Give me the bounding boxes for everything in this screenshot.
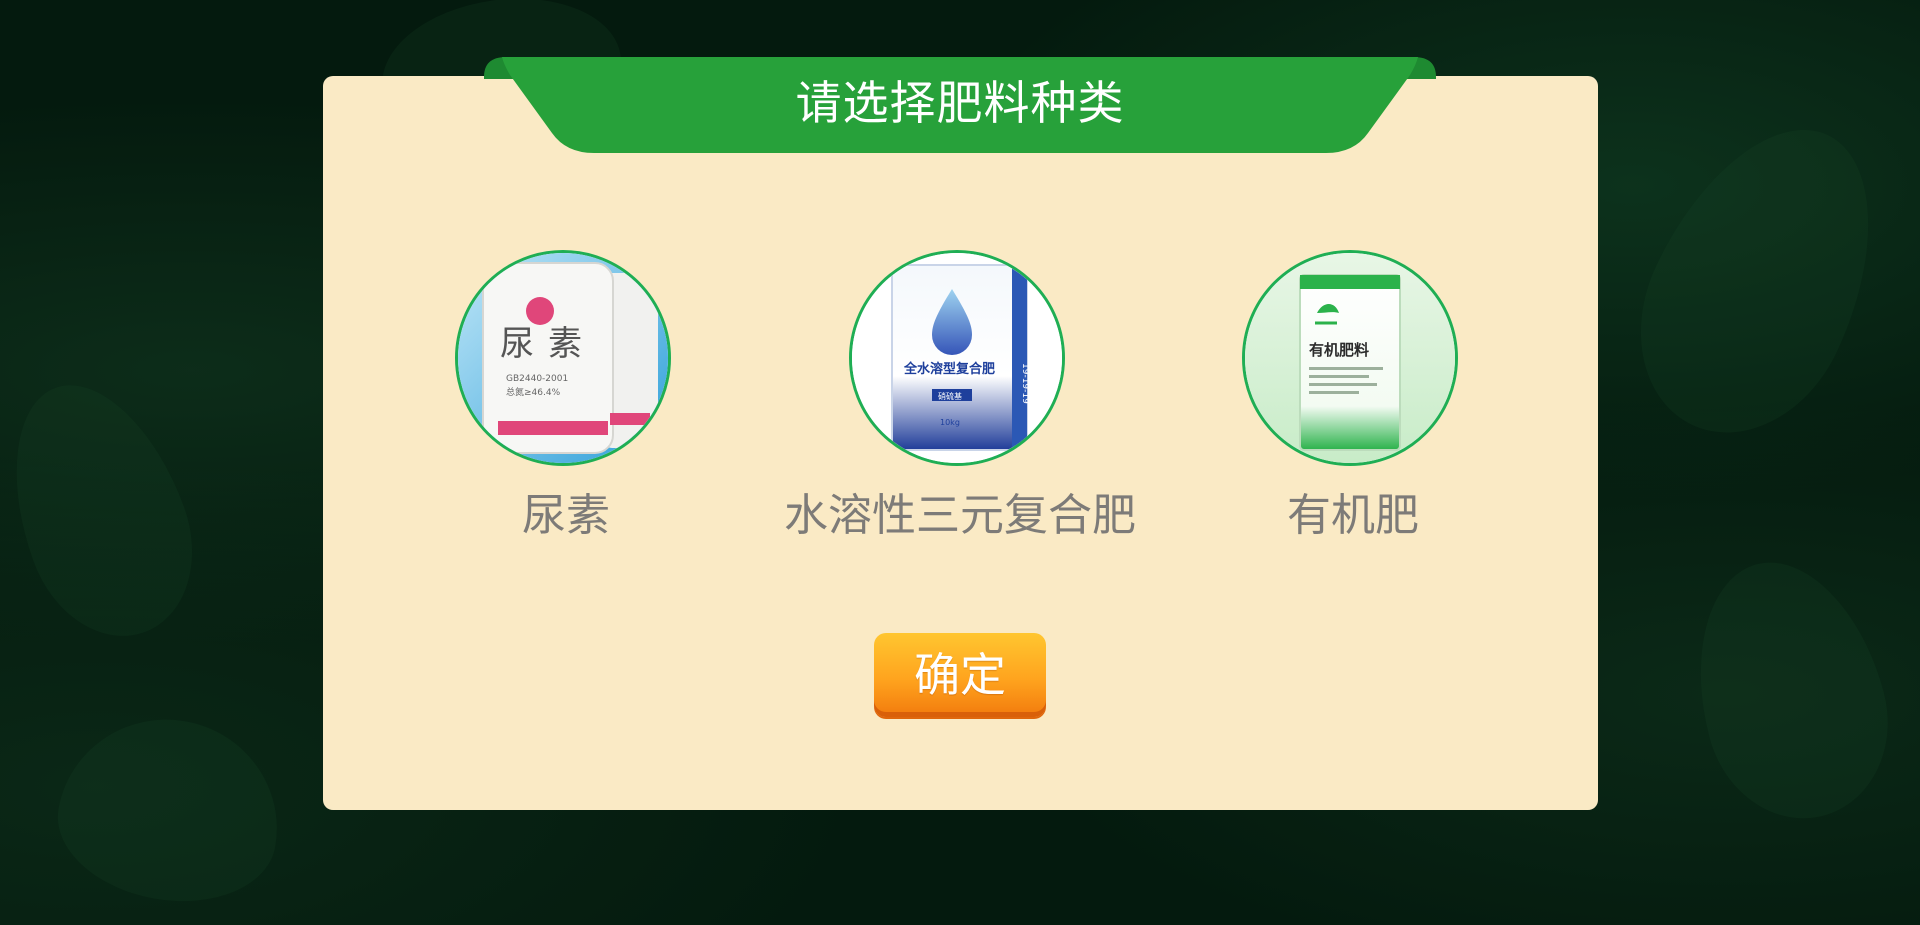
water-soluble-image[interactable]: 全水溶型复合肥 硝硫基 10kg 19-19-19 — [849, 250, 1065, 466]
urea-bag-text: 总氮≥46.4% — [506, 386, 561, 398]
option-urea[interactable]: 尿 素 GB2440-2001 总氮≥46.4% 尿素 — [366, 250, 766, 550]
urea-bag-text: 尿 — [500, 324, 534, 364]
urea-bag-text: GB2440-2001 — [506, 374, 568, 384]
organic-fertilizer-bag-icon: 有机肥料 — [1245, 253, 1455, 463]
water-soluble-bag-text: 19-19-19 — [1020, 363, 1030, 404]
leaf-decoration — [0, 360, 220, 660]
title-banner: 请选择肥料种类 — [484, 57, 1436, 153]
urea-bag-text: 素 — [548, 324, 582, 364]
water-soluble-bag-text: 全水溶型复合肥 — [903, 361, 995, 377]
organic-image[interactable]: 有机肥料 — [1242, 250, 1458, 466]
leaf-decoration — [1601, 92, 1919, 468]
option-label-organic: 有机肥 — [1287, 490, 1419, 541]
leaf-decoration — [46, 702, 294, 918]
organic-bag-text: 有机肥料 — [1309, 341, 1369, 359]
option-water-soluble-npk[interactable]: 全水溶型复合肥 硝硫基 10kg 19-19-19 水溶性三元复合肥 — [760, 250, 1160, 550]
leaf-decoration — [1669, 541, 1911, 839]
option-label-urea: 尿素 — [522, 490, 610, 541]
urea-image[interactable]: 尿 素 GB2440-2001 总氮≥46.4% — [455, 250, 671, 466]
confirm-button[interactable]: 确定 — [874, 633, 1046, 717]
water-soluble-fertilizer-bag-icon: 全水溶型复合肥 硝硫基 10kg 19-19-19 — [852, 253, 1062, 463]
urea-bag-icon: 尿 素 GB2440-2001 总氮≥46.4% — [458, 253, 668, 463]
option-label-water-soluble-npk: 水溶性三元复合肥 — [784, 490, 1136, 541]
water-soluble-bag-text: 10kg — [940, 418, 960, 427]
option-organic[interactable]: 有机肥料 有机肥 — [1153, 250, 1553, 550]
dialog-title: 请选择肥料种类 — [795, 76, 1125, 130]
water-soluble-bag-text: 硝硫基 — [938, 391, 962, 401]
